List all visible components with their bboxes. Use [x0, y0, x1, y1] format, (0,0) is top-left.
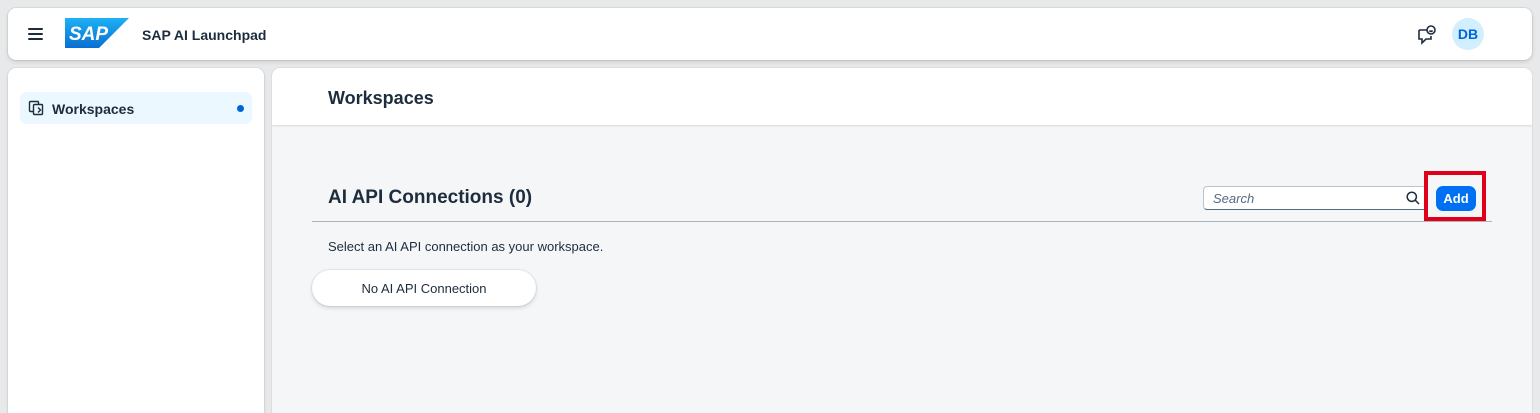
- hint-text: Select an AI API connection as your work…: [328, 239, 604, 254]
- app-title: SAP AI Launchpad: [142, 27, 267, 43]
- empty-connection-card: No AI API Connection: [312, 270, 536, 306]
- workspaces-icon: [28, 100, 44, 116]
- selected-indicator: [237, 105, 244, 112]
- add-button[interactable]: Add: [1436, 186, 1476, 211]
- empty-connection-text: No AI API Connection: [361, 280, 487, 296]
- sidebar-item-workspaces[interactable]: Workspaces: [20, 92, 252, 124]
- section-title: AI API Connections (0): [328, 187, 533, 208]
- sap-logo[interactable]: SAP: [65, 18, 129, 53]
- page-title: Workspaces: [328, 88, 434, 108]
- logo-text: SAP: [69, 24, 108, 45]
- search-input[interactable]: [1213, 190, 1393, 206]
- search-field[interactable]: [1203, 186, 1427, 210]
- user-avatar[interactable]: DB: [1452, 18, 1484, 50]
- search-icon[interactable]: [1406, 191, 1420, 205]
- page-header: Workspaces: [272, 68, 1532, 125]
- section-divider: [312, 221, 1492, 222]
- shell-bar: SAP SAP AI Launchpad DB: [8, 8, 1532, 60]
- hamburger-menu-icon[interactable]: [26, 24, 46, 44]
- main-content: Workspaces AI API Connections (0) Add Se…: [272, 68, 1532, 413]
- feedback-icon[interactable]: [1416, 24, 1438, 46]
- sidebar-item-label: Workspaces: [52, 101, 135, 117]
- side-navigation: Workspaces: [8, 68, 264, 413]
